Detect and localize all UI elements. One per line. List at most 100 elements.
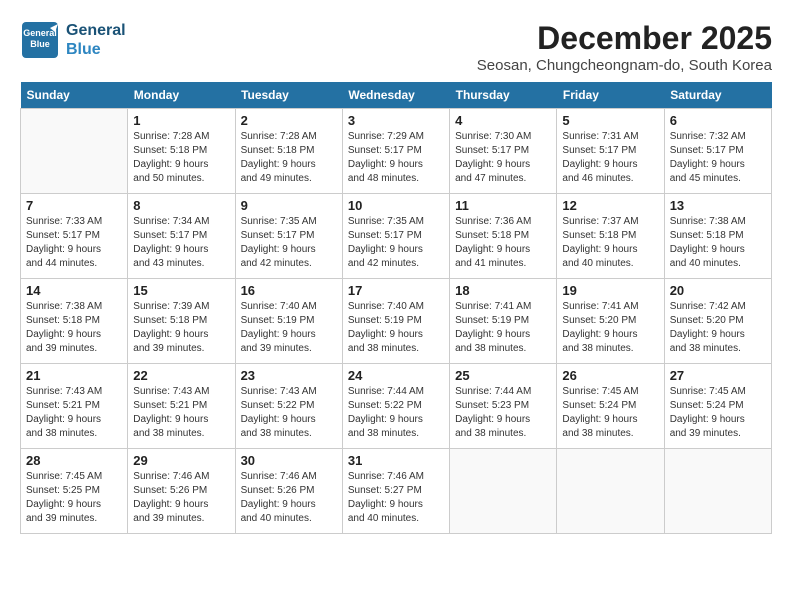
calendar-cell-w4-d2: 23 Sunrise: 7:43 AM Sunset: 5:22 PM Dayli…	[235, 364, 342, 449]
day-number: 2	[241, 113, 337, 128]
svg-text:Blue: Blue	[30, 39, 50, 49]
day-info: Sunrise: 7:29 AM Sunset: 5:17 PM Dayligh…	[348, 130, 444, 186]
day-info: Sunrise: 7:45 AM Sunset: 5:25 PM Dayligh…	[26, 470, 122, 526]
calendar-cell-w5-d3: 31 Sunrise: 7:46 AM Sunset: 5:27 PM Dayli…	[342, 449, 449, 534]
calendar-cell-w4-d6: 27 Sunrise: 7:45 AM Sunset: 5:24 PM Dayli…	[664, 364, 771, 449]
header-saturday: Saturday	[664, 82, 771, 109]
day-info: Sunrise: 7:38 AM Sunset: 5:18 PM Dayligh…	[26, 300, 122, 356]
day-info: Sunrise: 7:40 AM Sunset: 5:19 PM Dayligh…	[348, 300, 444, 356]
day-info: Sunrise: 7:28 AM Sunset: 5:18 PM Dayligh…	[241, 130, 337, 186]
calendar-cell-w4-d5: 26Sunrise: 7:45 AM Sunset: 5:24 PM Dayli…	[557, 364, 664, 449]
calendar-cell-w5-d5	[557, 449, 664, 534]
calendar-cell-w2-d3: 10 Sunrise: 7:35 AM Sunset: 5:17 PM Dayli…	[342, 194, 449, 279]
calendar-cell-w4-d1: 22Sunrise: 7:43 AM Sunset: 5:21 PM Dayli…	[128, 364, 235, 449]
day-info: Sunrise: 7:43 AM Sunset: 5:21 PM Dayligh…	[133, 385, 229, 441]
day-number: 9	[241, 198, 337, 213]
day-info: Sunrise: 7:46 AM Sunset: 5:26 PM Dayligh…	[133, 470, 229, 526]
calendar-cell-w1-d4: 4Sunrise: 7:30 AM Sunset: 5:17 PM Daylig…	[450, 109, 557, 194]
logo: General Blue General Blue	[20, 20, 126, 60]
calendar-cell-w2-d5: 12 Sunrise: 7:37 AM Sunset: 5:18 PM Dayli…	[557, 194, 664, 279]
weekday-header-row: Sunday Monday Tuesday Wednesday Thursday…	[21, 82, 772, 109]
page-container: General Blue General Blue December 2025 …	[20, 20, 772, 534]
day-number: 17	[348, 283, 444, 298]
calendar-week-5: 28 Sunrise: 7:45 AM Sunset: 5:25 PM Dayli…	[21, 449, 772, 534]
header-sunday: Sunday	[21, 82, 128, 109]
calendar-cell-w3-d3: 17 Sunrise: 7:40 AM Sunset: 5:19 PM Dayli…	[342, 279, 449, 364]
day-info: Sunrise: 7:45 AM Sunset: 5:24 PM Dayligh…	[562, 385, 658, 441]
svg-text:General: General	[23, 28, 57, 38]
calendar-cell-w2-d2: 9 Sunrise: 7:35 AM Sunset: 5:17 PM Daylig…	[235, 194, 342, 279]
day-number: 21	[26, 368, 122, 383]
day-info: Sunrise: 7:34 AM Sunset: 5:17 PM Dayligh…	[133, 215, 229, 271]
calendar-cell-w1-d5: 5 Sunrise: 7:31 AM Sunset: 5:17 PM Daylig…	[557, 109, 664, 194]
day-info: Sunrise: 7:42 AM Sunset: 5:20 PM Dayligh…	[670, 300, 766, 356]
month-year-title: December 2025	[477, 20, 772, 57]
day-number: 14	[26, 283, 122, 298]
calendar-week-3: 14 Sunrise: 7:38 AM Sunset: 5:18 PM Dayli…	[21, 279, 772, 364]
day-info: Sunrise: 7:37 AM Sunset: 5:18 PM Dayligh…	[562, 215, 658, 271]
day-number: 4	[455, 113, 551, 128]
calendar-cell-w3-d4: 18 Sunrise: 7:41 AM Sunset: 5:19 PM Dayli…	[450, 279, 557, 364]
day-info: Sunrise: 7:43 AM Sunset: 5:22 PM Dayligh…	[241, 385, 337, 441]
header-monday: Monday	[128, 82, 235, 109]
header-friday: Friday	[557, 82, 664, 109]
day-info: Sunrise: 7:45 AM Sunset: 5:24 PM Dayligh…	[670, 385, 766, 441]
day-info: Sunrise: 7:33 AM Sunset: 5:17 PM Dayligh…	[26, 215, 122, 271]
day-number: 27	[670, 368, 766, 383]
day-number: 10	[348, 198, 444, 213]
header-thursday: Thursday	[450, 82, 557, 109]
day-number: 16	[241, 283, 337, 298]
day-info: Sunrise: 7:41 AM Sunset: 5:19 PM Dayligh…	[455, 300, 551, 356]
calendar-cell-w1-d1: 1 Sunrise: 7:28 AM Sunset: 5:18 PM Daylig…	[128, 109, 235, 194]
day-number: 25	[455, 368, 551, 383]
day-info: Sunrise: 7:46 AM Sunset: 5:26 PM Dayligh…	[241, 470, 337, 526]
day-info: Sunrise: 7:41 AM Sunset: 5:20 PM Dayligh…	[562, 300, 658, 356]
day-info: Sunrise: 7:46 AM Sunset: 5:27 PM Dayligh…	[348, 470, 444, 526]
day-info: Sunrise: 7:40 AM Sunset: 5:19 PM Dayligh…	[241, 300, 337, 356]
calendar-cell-w3-d1: 15Sunrise: 7:39 AM Sunset: 5:18 PM Dayli…	[128, 279, 235, 364]
day-info: Sunrise: 7:38 AM Sunset: 5:18 PM Dayligh…	[670, 215, 766, 271]
calendar-cell-w2-d4: 11Sunrise: 7:36 AM Sunset: 5:18 PM Dayli…	[450, 194, 557, 279]
day-number: 28	[26, 453, 122, 468]
calendar-cell-w1-d6: 6Sunrise: 7:32 AM Sunset: 5:17 PM Daylig…	[664, 109, 771, 194]
day-number: 31	[348, 453, 444, 468]
day-number: 24	[348, 368, 444, 383]
day-info: Sunrise: 7:35 AM Sunset: 5:17 PM Dayligh…	[241, 215, 337, 271]
calendar-cell-w5-d0: 28 Sunrise: 7:45 AM Sunset: 5:25 PM Dayli…	[21, 449, 128, 534]
day-info: Sunrise: 7:35 AM Sunset: 5:17 PM Dayligh…	[348, 215, 444, 271]
day-info: Sunrise: 7:43 AM Sunset: 5:21 PM Dayligh…	[26, 385, 122, 441]
day-number: 5	[562, 113, 658, 128]
header-tuesday: Tuesday	[235, 82, 342, 109]
day-number: 1	[133, 113, 229, 128]
day-number: 20	[670, 283, 766, 298]
logo-line1: General	[66, 21, 126, 40]
logo-icon: General Blue	[20, 20, 60, 60]
day-number: 23	[241, 368, 337, 383]
day-number: 7	[26, 198, 122, 213]
calendar-cell-w5-d2: 30 Sunrise: 7:46 AM Sunset: 5:26 PM Dayli…	[235, 449, 342, 534]
day-number: 18	[455, 283, 551, 298]
calendar-cell-w3-d2: 16 Sunrise: 7:40 AM Sunset: 5:19 PM Dayli…	[235, 279, 342, 364]
logo-line2: Blue	[66, 40, 126, 59]
calendar-cell-w4-d0: 21 Sunrise: 7:43 AM Sunset: 5:21 PM Dayli…	[21, 364, 128, 449]
calendar-cell-w1-d3: 3Sunrise: 7:29 AM Sunset: 5:17 PM Daylig…	[342, 109, 449, 194]
calendar-cell-w4-d4: 25 Sunrise: 7:44 AM Sunset: 5:23 PM Dayli…	[450, 364, 557, 449]
calendar-table: Sunday Monday Tuesday Wednesday Thursday…	[20, 82, 772, 534]
calendar-cell-w2-d0: 7 Sunrise: 7:33 AM Sunset: 5:17 PM Daylig…	[21, 194, 128, 279]
day-info: Sunrise: 7:31 AM Sunset: 5:17 PM Dayligh…	[562, 130, 658, 186]
day-number: 12	[562, 198, 658, 213]
calendar-cell-w5-d6	[664, 449, 771, 534]
day-info: Sunrise: 7:32 AM Sunset: 5:17 PM Dayligh…	[670, 130, 766, 186]
calendar-cell-w3-d0: 14 Sunrise: 7:38 AM Sunset: 5:18 PM Dayli…	[21, 279, 128, 364]
location-subtitle: Seosan, Chungcheongnam-do, South Korea	[477, 57, 772, 74]
day-number: 13	[670, 198, 766, 213]
header-wednesday: Wednesday	[342, 82, 449, 109]
title-section: December 2025 Seosan, Chungcheongnam-do,…	[477, 20, 772, 74]
day-info: Sunrise: 7:28 AM Sunset: 5:18 PM Dayligh…	[133, 130, 229, 186]
calendar-cell-w2-d6: 13 Sunrise: 7:38 AM Sunset: 5:18 PM Dayli…	[664, 194, 771, 279]
day-number: 30	[241, 453, 337, 468]
day-info: Sunrise: 7:44 AM Sunset: 5:23 PM Dayligh…	[455, 385, 551, 441]
day-number: 15	[133, 283, 229, 298]
day-info: Sunrise: 7:36 AM Sunset: 5:18 PM Dayligh…	[455, 215, 551, 271]
day-number: 29	[133, 453, 229, 468]
